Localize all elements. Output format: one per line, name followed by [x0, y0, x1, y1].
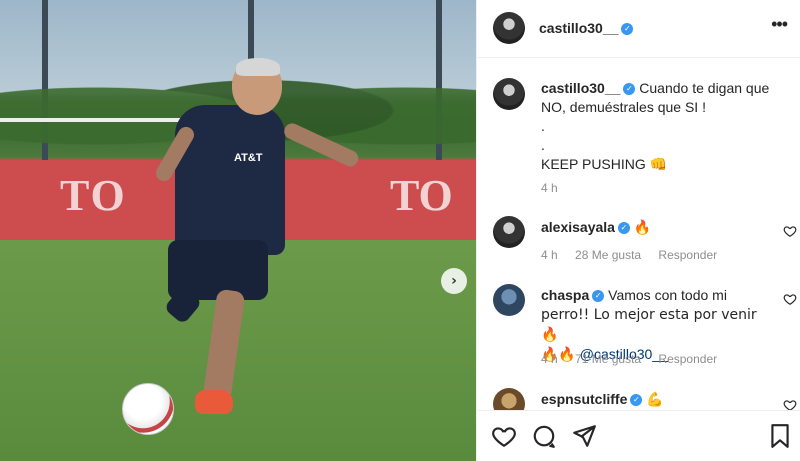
caption-dot: . — [541, 118, 545, 134]
comment-time[interactable]: 4 h — [541, 352, 558, 366]
comment-username[interactable]: alexisayala — [541, 219, 615, 235]
comment-username[interactable]: chaspa — [541, 287, 589, 303]
more-options-icon[interactable]: ••• — [771, 14, 788, 35]
goal-crossbar — [0, 118, 190, 128]
comment-text-line-1: Vamos con todo mi — [608, 287, 727, 303]
chevron-right-icon: › — [451, 273, 457, 289]
caption-text: castillo30__ ✓ Cuando te digan que NO, de… — [541, 79, 781, 175]
caption-line-3: KEEP PUSHING — [541, 156, 646, 172]
jersey-sponsor: AT&T — [234, 152, 263, 164]
caption-avatar[interactable] — [493, 78, 525, 110]
author-username[interactable]: castillo30__ — [539, 20, 618, 36]
author-name-row: castillo30__ ✓ — [539, 20, 634, 38]
player-boot — [195, 390, 233, 414]
caption-time[interactable]: 4 h — [541, 181, 558, 195]
verified-badge-icon: ✓ — [623, 83, 636, 96]
like-comment-heart-icon[interactable] — [783, 224, 797, 238]
soccer-ball — [122, 383, 174, 435]
comment-meta: 4 h 28 Me gusta Responder — [541, 248, 731, 262]
verified-badge-icon: ✓ — [630, 394, 643, 407]
share-paper-plane-icon[interactable] — [571, 423, 597, 449]
next-photo-button[interactable]: › — [441, 268, 467, 294]
comment-text: 🔥 — [633, 220, 652, 236]
save-bookmark-icon[interactable] — [767, 423, 793, 449]
like-comment-heart-icon[interactable] — [783, 292, 797, 306]
comment-avatar[interactable] — [493, 388, 525, 410]
verified-badge-icon: ✓ — [617, 222, 630, 235]
player-hair — [236, 58, 280, 76]
like-comment-heart-icon[interactable] — [783, 398, 797, 410]
fist-emoji: 👊 — [649, 157, 668, 173]
post-action-bar — [477, 410, 800, 461]
comment-body: alexisayala ✓ 🔥 — [541, 218, 761, 238]
reply-button[interactable]: Responder — [658, 248, 717, 262]
comment-avatar[interactable] — [493, 216, 525, 248]
caption-line-2: NO, demuéstrales que SI ! — [541, 99, 706, 115]
comment-avatar[interactable] — [493, 284, 525, 316]
comment-time[interactable]: 4 h — [541, 248, 558, 262]
caption-line-1: Cuando te digan que — [639, 80, 770, 96]
comments-scroll-area[interactable]: castillo30__ ✓ Cuando te digan que NO, de… — [477, 58, 800, 410]
comment-meta: 4 h 71 Me gusta Responder — [541, 352, 731, 366]
comment-bubble-icon[interactable] — [531, 423, 557, 449]
like-heart-icon[interactable] — [491, 423, 517, 449]
comment-likes[interactable]: 71 Me gusta — [575, 352, 641, 366]
banner-text-left: TO — [60, 171, 127, 220]
reply-button[interactable]: Responder — [658, 352, 717, 366]
comment-body: espnsutcliffe ✓ 💪 — [541, 390, 761, 410]
post-header: castillo30__ ✓ ••• — [477, 0, 800, 58]
caption-dot: . — [541, 137, 545, 153]
comment-text-line-2: perro!! Lo mejor esta por venir 🔥 — [541, 307, 757, 343]
comment-text: 💪 — [646, 392, 664, 408]
post-photo[interactable]: TO TO AT&T 30 › — [0, 0, 476, 461]
verified-badge-icon: ✓ — [621, 22, 634, 35]
caption-username[interactable]: castillo30__ — [541, 80, 620, 96]
comment-username[interactable]: espnsutcliffe — [541, 391, 627, 407]
player-jersey — [175, 105, 285, 255]
author-avatar[interactable] — [493, 12, 525, 44]
post-side-panel: castillo30__ ✓ ••• castillo30__ ✓ Cuando t… — [476, 0, 800, 461]
comment-likes[interactable]: 28 Me gusta — [575, 248, 641, 262]
verified-badge-icon: ✓ — [592, 290, 605, 303]
banner-text-right: TO — [390, 171, 453, 220]
